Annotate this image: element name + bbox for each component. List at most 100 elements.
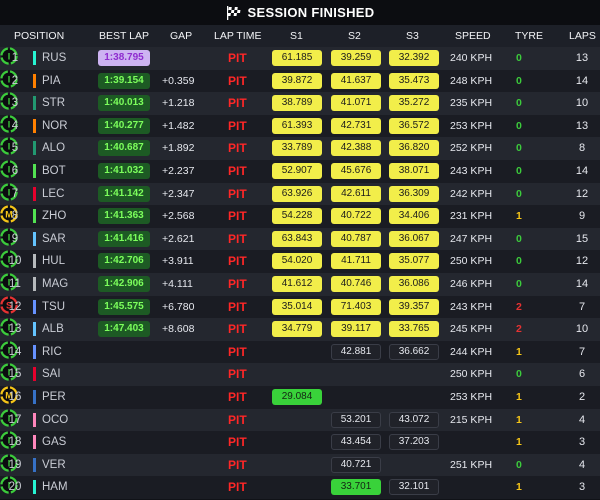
pit-stop-count: 0 <box>516 458 522 471</box>
speed-trap: 251 KPH <box>450 458 493 471</box>
sector-s2-time: 41.711 <box>331 253 381 270</box>
pit-status: PIT <box>228 457 247 472</box>
pit-status: PIT <box>228 389 247 404</box>
header-laps[interactable]: LAPS <box>569 30 596 42</box>
table-row[interactable]: 11 MAG 1:42.906 +4.111 PIT 41.612 40.746 36.086… <box>0 272 600 296</box>
pit-stop-count: 1 <box>516 390 522 403</box>
laps-completed: 12 <box>575 187 589 200</box>
pit-stop-count: 1 <box>516 436 522 449</box>
position-number: 6 <box>11 164 19 177</box>
laps-completed: 14 <box>575 74 589 87</box>
table-row[interactable]: 12 TSU 1:45.575 +6.780 PIT 35.014 71.403 39.357… <box>0 295 600 319</box>
driver-code: VER <box>42 458 66 471</box>
table-row[interactable]: 9 SAR 1:41.416 +2.621 PIT 63.843 40.787 36.067 2… <box>0 227 600 251</box>
position-number: 13 <box>8 323 22 336</box>
sector-s1-time: 41.612 <box>272 275 322 292</box>
gap-to-leader: +3.911 <box>162 255 194 268</box>
table-row[interactable]: 16 PER PIT 29.084 253 KPH 1 M 2 <box>0 385 600 409</box>
table-row[interactable]: 19 VER PIT 40.721 251 KPH 0 I 4 <box>0 453 600 477</box>
table-row[interactable]: 5 ALO 1:40.687 +1.892 PIT 33.789 42.388 36.820 2… <box>0 137 600 160</box>
pit-stop-count: 0 <box>516 187 522 200</box>
sector-s2-time: 42.388 <box>331 140 381 157</box>
table-row[interactable]: 14 RIC PIT 42.881 36.662 244 KPH 1 I 7 <box>0 340 600 364</box>
table-row[interactable]: 18 GAS PIT 43.454 37.203 1 I 3 <box>0 431 600 454</box>
table-row[interactable]: 2 PIA 1:39.154 +0.359 PIT 39.872 41.637 35.473 2… <box>0 69 600 93</box>
pit-stop-count: 0 <box>516 368 522 381</box>
pit-status: PIT <box>228 141 247 156</box>
table-row[interactable]: 3 STR 1:40.013 +1.218 PIT 38.789 41.071 35.272 2… <box>0 92 600 115</box>
laps-completed: 7 <box>578 345 586 358</box>
laps-completed: 14 <box>575 277 589 290</box>
position-number: 10 <box>8 255 22 268</box>
position-number: 9 <box>11 232 19 245</box>
header-gap[interactable]: GAP <box>170 30 192 42</box>
gap-to-leader: +1.218 <box>162 97 195 110</box>
gap-to-leader: +2.621 <box>162 232 195 245</box>
session-title: SESSION FINISHED <box>247 5 375 20</box>
driver-code: OCO <box>42 413 69 426</box>
team-color-bar <box>33 118 36 133</box>
sector-s2-time: 40.746 <box>331 275 381 292</box>
team-color-bar <box>33 322 36 337</box>
header-tyre[interactable]: TYRE <box>515 30 543 42</box>
pit-status: PIT <box>228 322 247 337</box>
pit-stop-count: 1 <box>516 210 522 223</box>
sector-s1-time: 61.393 <box>272 117 322 134</box>
pit-status: PIT <box>228 276 247 291</box>
table-row[interactable]: 7 LEC 1:41.142 +2.347 PIT 63.926 42.611 36.309 2… <box>0 182 600 206</box>
header-lap-time[interactable]: LAP TIME <box>214 30 261 42</box>
sector-s3-time: 35.272 <box>389 95 439 112</box>
best-lap-time: 1:45.575 <box>98 298 150 315</box>
sector-s3-time: 32.101 <box>389 479 439 496</box>
laps-completed: 15 <box>575 232 589 245</box>
sector-s3-time: 36.820 <box>389 140 439 157</box>
gap-to-leader: +2.237 <box>162 164 195 177</box>
header-s3[interactable]: S3 <box>406 30 419 42</box>
pit-status: PIT <box>228 163 247 178</box>
gap-to-leader: +1.892 <box>162 142 195 155</box>
sector-s3-time: 43.072 <box>389 411 439 428</box>
speed-trap: 246 KPH <box>450 277 493 290</box>
best-lap-time: 1:40.277 <box>98 117 150 134</box>
driver-code: BOT <box>42 164 66 177</box>
header-position[interactable]: POSITION <box>14 30 64 42</box>
speed-trap: 245 KPH <box>450 323 493 336</box>
pit-status: PIT <box>228 209 247 224</box>
laps-completed: 13 <box>575 119 589 132</box>
table-row[interactable]: 1 RUS 1:38.795 PIT 61.185 39.259 32.392 240 KPH… <box>0 47 600 70</box>
sector-s3-time: 35.473 <box>389 72 439 89</box>
table-row[interactable]: 15 SAI PIT 250 KPH 0 I 6 <box>0 363 600 386</box>
driver-code: ALB <box>42 323 64 336</box>
gap-to-leader: +0.359 <box>162 74 195 87</box>
best-lap-time: 1:41.142 <box>98 185 150 202</box>
laps-completed: 4 <box>578 458 586 471</box>
header-s1[interactable]: S1 <box>290 30 303 42</box>
pit-status: PIT <box>228 186 247 201</box>
team-color-bar <box>33 457 36 472</box>
driver-code: RUS <box>42 52 67 64</box>
table-row[interactable]: 20 HAM PIT 33.701 32.101 1 I 3 <box>0 476 600 499</box>
table-row[interactable]: 4 NOR 1:40.277 +1.482 PIT 61.393 42.731 36.572 2… <box>0 114 600 138</box>
table-row[interactable]: 17 OCO PIT 53.201 43.072 215 KPH 1 I 4 <box>0 408 600 432</box>
header-best-lap[interactable]: BEST LAP <box>99 30 149 42</box>
sector-s2-time: 39.117 <box>331 321 381 338</box>
best-lap-time: 1:40.013 <box>98 95 150 112</box>
position-number: 12 <box>8 300 22 313</box>
table-row[interactable]: 10 HUL 1:42.706 +3.911 PIT 54.020 41.711 35.077… <box>0 250 600 273</box>
table-row[interactable]: 13 ALB 1:47.403 +8.608 PIT 34.779 39.117 33.765… <box>0 318 600 341</box>
sector-s2-time: 40.722 <box>331 208 381 225</box>
laps-completed: 9 <box>578 210 586 223</box>
gap-to-leader: +6.780 <box>162 300 195 313</box>
driver-code: STR <box>42 97 65 110</box>
position-number: 1 <box>11 52 19 64</box>
best-lap-time: 1:39.154 <box>98 72 150 89</box>
table-row[interactable]: 8 ZHO 1:41.363 +2.568 PIT 54.228 40.722 34.406 2… <box>0 205 600 228</box>
header-s2[interactable]: S2 <box>348 30 361 42</box>
sector-s2-time: 45.676 <box>331 162 381 179</box>
header-speed[interactable]: SPEED <box>455 30 491 42</box>
pit-stop-count: 0 <box>516 277 522 290</box>
column-header-row: POSITION BEST LAP GAP LAP TIME S1 S2 S3 … <box>0 25 600 47</box>
sector-s2-time: 43.454 <box>331 434 381 451</box>
best-lap-time: 1:41.363 <box>98 208 150 225</box>
table-row[interactable]: 6 BOT 1:41.032 +2.237 PIT 52.907 45.676 38.071 2… <box>0 159 600 183</box>
